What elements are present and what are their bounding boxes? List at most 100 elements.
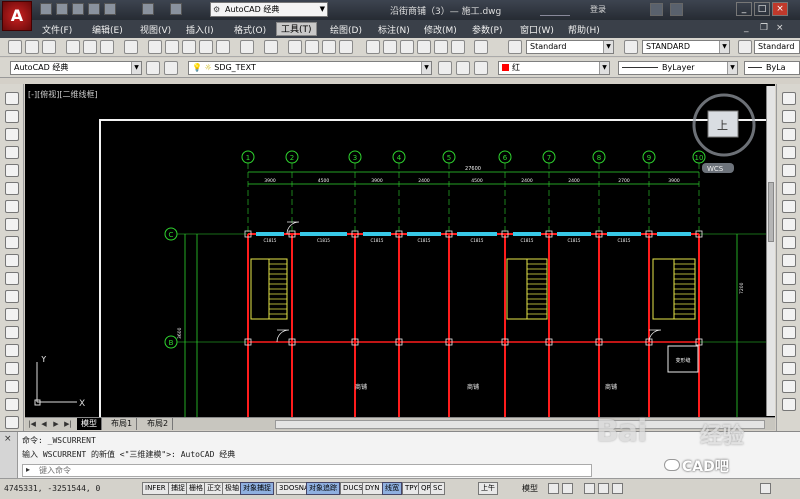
make-current-layer-icon[interactable] <box>438 61 452 75</box>
status-toggle[interactable]: DYN <box>362 482 383 495</box>
extend-icon[interactable] <box>782 272 796 285</box>
status-toggle[interactable]: 上午 <box>478 482 498 495</box>
horizontal-scrollbar[interactable] <box>275 420 765 429</box>
color-select[interactable]: 红 ▼ <box>498 61 610 75</box>
menu-format[interactable]: 格式(O) <box>234 23 266 36</box>
menu-dimension[interactable]: 标注(N) <box>378 23 410 36</box>
command-window-grip[interactable]: × <box>0 432 18 479</box>
redo-icon[interactable] <box>264 40 278 54</box>
dim-style-select[interactable]: STANDARD ▼ <box>642 40 730 54</box>
paste-icon[interactable] <box>182 40 196 54</box>
undo-icon[interactable] <box>240 40 254 54</box>
tab-layout1[interactable]: 布局1 <box>107 418 138 430</box>
menu-edit[interactable]: 编辑(E) <box>92 23 123 36</box>
text-style-icon[interactable] <box>508 40 522 54</box>
properties-icon[interactable] <box>366 40 380 54</box>
break-icon[interactable] <box>782 308 796 321</box>
last-tab-icon[interactable]: ▶| <box>63 419 73 429</box>
save-icon[interactable] <box>42 40 56 54</box>
help-icon[interactable] <box>670 3 683 16</box>
pan-icon[interactable] <box>584 483 595 494</box>
block-editor-icon[interactable] <box>216 40 230 54</box>
status-toggle[interactable]: INFER <box>142 482 169 495</box>
viewcube[interactable]: 上 WCS <box>688 93 760 175</box>
scale-icon[interactable] <box>782 218 796 231</box>
menu-tools[interactable]: 工具(T) <box>276 22 317 36</box>
close-icon[interactable]: × <box>4 434 12 444</box>
polyline-icon[interactable] <box>5 128 19 141</box>
array-icon[interactable] <box>782 164 796 177</box>
match-properties-icon[interactable] <box>199 40 213 54</box>
menu-window[interactable]: 窗口(W) <box>520 23 554 36</box>
search-input[interactable] <box>540 3 570 16</box>
ellipse-arc-icon[interactable] <box>5 272 19 285</box>
help-icon[interactable] <box>474 40 488 54</box>
coordinate-readout[interactable]: 4745331, -3251544, 0 <box>4 484 100 493</box>
hatch-icon[interactable] <box>5 344 19 357</box>
open-icon[interactable] <box>25 40 39 54</box>
drawing-viewport[interactable]: [-][俯视][二维线框] 1 2 3 4 5 6 7 8 9 10 C B 27600 3900 4500… <box>25 84 775 417</box>
mirror-icon[interactable] <box>782 128 796 141</box>
make-block-icon[interactable] <box>5 308 19 321</box>
first-tab-icon[interactable]: |◀ <box>27 419 37 429</box>
menu-insert[interactable]: 插入(I) <box>186 23 214 36</box>
copy-icon[interactable] <box>165 40 179 54</box>
layer-state-icon[interactable] <box>474 61 488 75</box>
tab-model[interactable]: 模型 <box>77 418 102 430</box>
status-toggle[interactable]: 捕捉 <box>168 482 188 495</box>
status-toggle[interactable]: 对象捕捉 <box>240 482 274 495</box>
menu-view[interactable]: 视图(V) <box>140 23 171 36</box>
model-space-button[interactable]: 模型 <box>522 483 538 494</box>
quickcalc-icon[interactable] <box>451 40 465 54</box>
point-icon[interactable] <box>5 326 19 339</box>
spline-icon[interactable] <box>5 236 19 249</box>
sheet-set-icon[interactable] <box>417 40 431 54</box>
next-tab-icon[interactable]: ▶ <box>51 419 61 429</box>
layer-select[interactable]: 💡 ☼ SDG_TEXT ▼ <box>188 61 432 75</box>
prev-tab-icon[interactable]: ◀ <box>39 419 49 429</box>
annotation-scale-icon[interactable] <box>612 483 623 494</box>
exchange-icon[interactable] <box>650 3 663 16</box>
join-icon[interactable] <box>782 326 796 339</box>
qnew-icon[interactable] <box>8 40 22 54</box>
status-toggle[interactable]: 极轴 <box>222 482 242 495</box>
publish-icon[interactable] <box>100 40 114 54</box>
vertical-scrollbar[interactable] <box>766 86 775 416</box>
status-toggle[interactable]: 对象追踪 <box>306 482 340 495</box>
3d-print-icon[interactable] <box>124 40 138 54</box>
save-as-icon[interactable] <box>88 3 100 15</box>
copy-object-icon[interactable] <box>782 110 796 123</box>
table-style-select[interactable]: Standard <box>754 40 800 54</box>
erase-icon[interactable] <box>782 92 796 105</box>
pan-icon[interactable] <box>288 40 302 54</box>
tab-layout2[interactable]: 布局2 <box>143 418 174 430</box>
undo-icon[interactable] <box>142 3 154 15</box>
command-input[interactable] <box>39 465 579 476</box>
plot-preview-icon[interactable] <box>83 40 97 54</box>
rotate-icon[interactable] <box>782 200 796 213</box>
polygon-icon[interactable] <box>5 146 19 159</box>
close-button[interactable]: × <box>772 2 788 16</box>
doc-minimize-button[interactable]: _ <box>744 23 749 33</box>
insert-block-icon[interactable] <box>5 290 19 303</box>
break-at-point-icon[interactable] <box>782 290 796 303</box>
dim-style-icon[interactable] <box>624 40 638 54</box>
open-file-icon[interactable] <box>56 3 68 15</box>
ellipse-icon[interactable] <box>5 254 19 267</box>
region-icon[interactable] <box>5 380 19 393</box>
scroll-thumb[interactable] <box>768 182 774 242</box>
status-toggle[interactable]: 线宽 <box>382 482 402 495</box>
workspace-combo[interactable]: AutoCAD 经典 ▼ <box>10 61 142 75</box>
line-icon[interactable] <box>5 92 19 105</box>
rectangle-icon[interactable] <box>5 164 19 177</box>
linetype-select[interactable]: ByLayer ▼ <box>618 61 738 75</box>
table-icon[interactable] <box>5 398 19 411</box>
zoom-previous-icon[interactable] <box>339 40 353 54</box>
layer-properties-icon[interactable] <box>164 61 178 75</box>
plot-icon[interactable] <box>66 40 80 54</box>
construction-line-icon[interactable] <box>5 110 19 123</box>
new-file-icon[interactable] <box>40 3 52 15</box>
doc-close-button[interactable]: × <box>776 23 784 33</box>
offset-icon[interactable] <box>782 146 796 159</box>
markup-icon[interactable] <box>434 40 448 54</box>
